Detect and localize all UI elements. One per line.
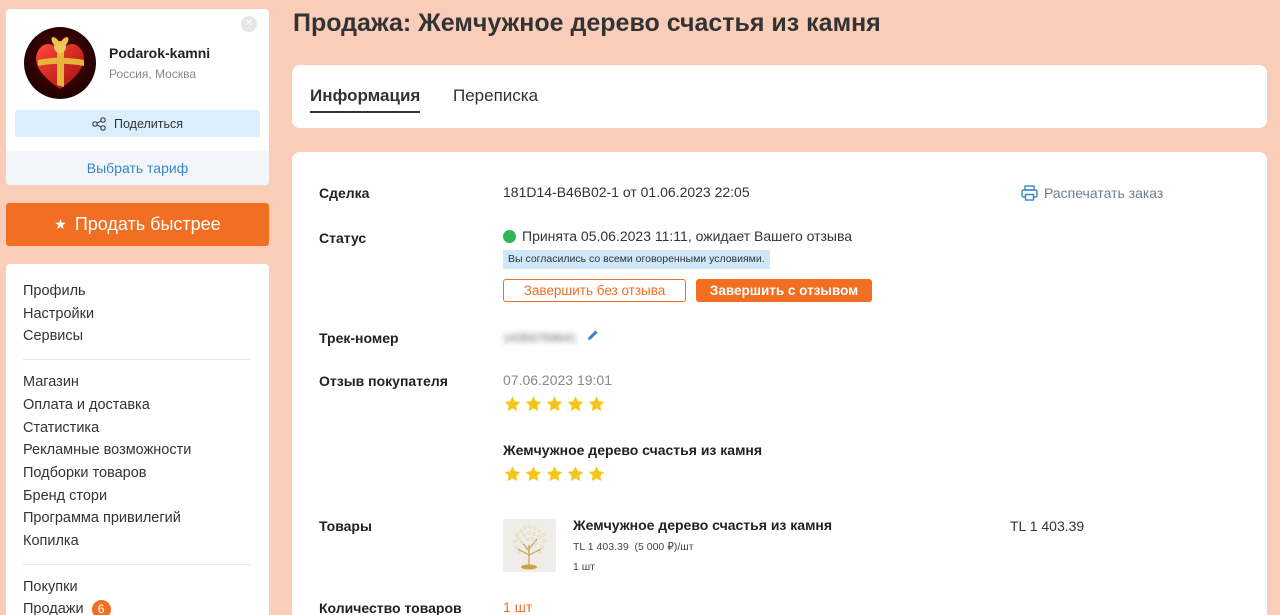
sidebar-item-collections[interactable]: Подборки товаров: [23, 462, 252, 485]
sidebar-item-payment-delivery[interactable]: Оплата и доставка: [23, 394, 252, 417]
sell-faster-button[interactable]: ★ Продать быстрее: [6, 203, 269, 246]
star-icon: [525, 396, 542, 412]
status-value: Принята 05.06.2023 11:11, ожидает Вашего…: [503, 228, 852, 244]
share-label: Поделиться: [113, 116, 184, 131]
review-rating-stars: [503, 395, 606, 413]
menu-group-shop: Магазин Оплата и доставка Статистика Рек…: [23, 371, 252, 561]
shop-card: ✕ Podarok-kamni Россия, Москва Поделитьс…: [6, 9, 269, 185]
sidebar-item-advertising[interactable]: Рекламные возможности: [23, 439, 252, 462]
divider: [23, 359, 251, 361]
avatar[interactable]: [24, 27, 96, 99]
status-text: Принята 05.06.2023 11:11, ожидает Вашего…: [522, 228, 853, 244]
tabs-bar: Информация Переписка: [292, 65, 1267, 128]
product-name-link[interactable]: Жемчужное дерево счастья из камня: [573, 517, 832, 533]
status-dot-icon: [503, 229, 516, 243]
close-icon[interactable]: ✕: [241, 16, 257, 32]
product-price-rub: (5 000 ₽)/шт: [634, 541, 694, 553]
menu-group-orders: Покупки Продажи 6: [23, 576, 252, 615]
sidebar-item-sales[interactable]: Продажи 6: [23, 598, 252, 615]
product-thumbnail[interactable]: [503, 519, 556, 572]
review-product-title: Жемчужное дерево счастья из камня: [503, 442, 763, 458]
print-order-label: Распечатать заказ: [1044, 185, 1164, 201]
star-icon: [567, 396, 584, 412]
sidebar-item-services[interactable]: Сервисы: [23, 325, 252, 348]
count-badge: 6: [91, 600, 111, 615]
sell-faster-label: Продать быстрее: [74, 214, 221, 234]
product-rating-stars: [503, 465, 606, 483]
star-icon: [525, 466, 542, 482]
printer-icon: [1021, 185, 1038, 201]
star-icon: [588, 466, 605, 482]
sidebar-item-privileges[interactable]: Программа привилегий: [23, 507, 252, 530]
product-unit-price: TL 1 403.39 (5 000 ₽)/шт: [573, 541, 694, 553]
order-info-card: Сделка 181D14-B46B02-1 от 01.06.2023 22:…: [292, 152, 1267, 615]
status-label: Статус: [319, 230, 367, 246]
agreement-note: Вы согласились со всеми оговоренными усл…: [503, 250, 770, 269]
menu-group-account: Профиль Настройки Сервисы: [23, 280, 252, 356]
finish-with-review-button[interactable]: Завершить с отзывом: [696, 279, 872, 302]
shop-name[interactable]: Podarok-kamni: [109, 45, 210, 61]
goods-label: Товары: [319, 518, 372, 534]
edit-pencil-icon[interactable]: [587, 329, 599, 341]
track-number-value: 14356759641: [503, 331, 577, 345]
quantity-value: 1 шт: [503, 599, 533, 615]
sidebar-item-shop[interactable]: Магазин: [23, 371, 252, 394]
quantity-label: Количество товаров: [319, 600, 462, 615]
finish-without-review-button[interactable]: Завершить без отзыва: [503, 279, 686, 302]
sidebar-item-settings[interactable]: Настройки: [23, 303, 252, 326]
sidebar-item-brand-story[interactable]: Бренд стори: [23, 485, 252, 508]
star-icon: [504, 396, 521, 412]
share-button[interactable]: Поделиться: [15, 110, 260, 137]
sidebar-item-label: Покупки: [23, 578, 78, 595]
sidebar-item-profile[interactable]: Профиль: [23, 280, 252, 303]
tab-correspondence[interactable]: Переписка: [453, 86, 538, 106]
sidebar-menu: Профиль Настройки Сервисы Магазин Оплата…: [6, 264, 269, 615]
star-icon: [546, 396, 563, 412]
shop-location: Россия, Москва: [109, 67, 196, 81]
share-icon: [92, 116, 106, 131]
page-title: Продажа: Жемчужное дерево счастья из кам…: [293, 9, 881, 37]
deal-label: Сделка: [319, 185, 370, 201]
sidebar-item-purchases[interactable]: Покупки: [23, 576, 252, 599]
sidebar-item-piggy-bank[interactable]: Копилка: [23, 530, 252, 553]
print-order-link[interactable]: Распечатать заказ: [1021, 185, 1163, 201]
track-number-label: Трек-номер: [319, 330, 399, 346]
divider: [23, 563, 251, 565]
product-total-price: TL 1 403.39: [1010, 518, 1085, 534]
choose-tariff-link[interactable]: Выбрать тариф: [6, 151, 269, 185]
star-icon: [588, 396, 605, 412]
tab-information[interactable]: Информация: [310, 86, 421, 113]
star-icon: ★: [54, 216, 67, 232]
product-quantity: 1 шт: [573, 561, 595, 573]
star-icon: [546, 466, 563, 482]
deal-value: 181D14-B46B02-1 от 01.06.2023 22:05: [503, 184, 750, 200]
sidebar-item-label: Продажи: [23, 601, 84, 615]
review-date: 07.06.2023 19:01: [503, 372, 612, 388]
star-icon: [567, 466, 584, 482]
star-icon: [504, 466, 521, 482]
buyer-review-label: Отзыв покупателя: [319, 373, 448, 389]
sidebar-item-statistics[interactable]: Статистика: [23, 417, 252, 440]
product-price: TL 1 403.39: [573, 541, 629, 553]
